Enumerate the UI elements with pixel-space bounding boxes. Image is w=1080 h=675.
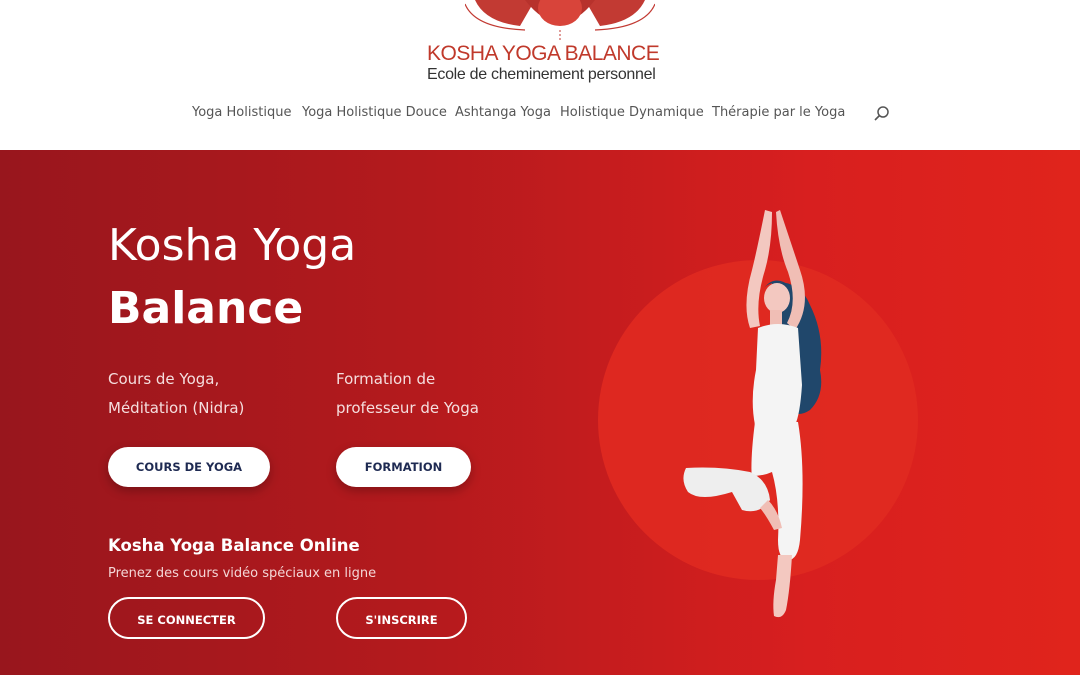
yoga-tree-pose-illustration bbox=[683, 210, 822, 618]
nav-item-ashtanga-yoga[interactable]: Ashtanga Yoga bbox=[455, 105, 551, 120]
hero-column-cours: Cours de Yoga, Méditation (Nidra) bbox=[108, 365, 244, 423]
cours-line2: Méditation (Nidra) bbox=[108, 399, 245, 417]
hero-title-line2: Balance bbox=[108, 283, 304, 334]
logo-subtitle: Ecole de cheminement personnel bbox=[427, 66, 656, 83]
se-connecter-button[interactable]: SE CONNECTER bbox=[108, 597, 265, 639]
main-nav: Yoga Holistique Yoga Holistique Douce As… bbox=[0, 105, 1080, 125]
logo-title: KOSHA YOGA BALANCE bbox=[427, 42, 660, 65]
formation-line2: professeur de Yoga bbox=[336, 399, 479, 417]
search-icon[interactable] bbox=[873, 105, 891, 123]
cours-de-yoga-button[interactable]: COURS DE YOGA bbox=[108, 447, 270, 487]
lotus-logo-icon bbox=[465, 0, 655, 40]
online-title: Kosha Yoga Balance Online bbox=[108, 536, 360, 555]
nav-item-holistique-dynamique[interactable]: Holistique Dynamique bbox=[560, 105, 704, 120]
s-inscrire-button[interactable]: S'INSCRIRE bbox=[336, 597, 467, 639]
hero-title-line1: Kosha Yoga bbox=[108, 220, 357, 271]
formation-line1: Formation de bbox=[336, 370, 436, 388]
site-logo[interactable]: KOSHA YOGA BALANCE Ecole de cheminement … bbox=[425, 0, 660, 90]
nav-item-therapie-par-le-yoga[interactable]: Thérapie par le Yoga bbox=[712, 105, 845, 120]
site-header: KOSHA YOGA BALANCE Ecole de cheminement … bbox=[0, 0, 1080, 150]
cours-line1: Cours de Yoga, bbox=[108, 370, 220, 388]
hero-column-formation: Formation de professeur de Yoga bbox=[336, 365, 479, 423]
hero-section: Kosha Yoga Balance Cours de Yoga, Médita… bbox=[0, 150, 1080, 675]
formation-button[interactable]: FORMATION bbox=[336, 447, 471, 487]
online-subtitle: Prenez des cours vidéo spéciaux en ligne bbox=[108, 566, 377, 581]
nav-item-yoga-holistique-douce[interactable]: Yoga Holistique Douce bbox=[302, 105, 447, 120]
nav-item-yoga-holistique[interactable]: Yoga Holistique bbox=[192, 105, 291, 120]
